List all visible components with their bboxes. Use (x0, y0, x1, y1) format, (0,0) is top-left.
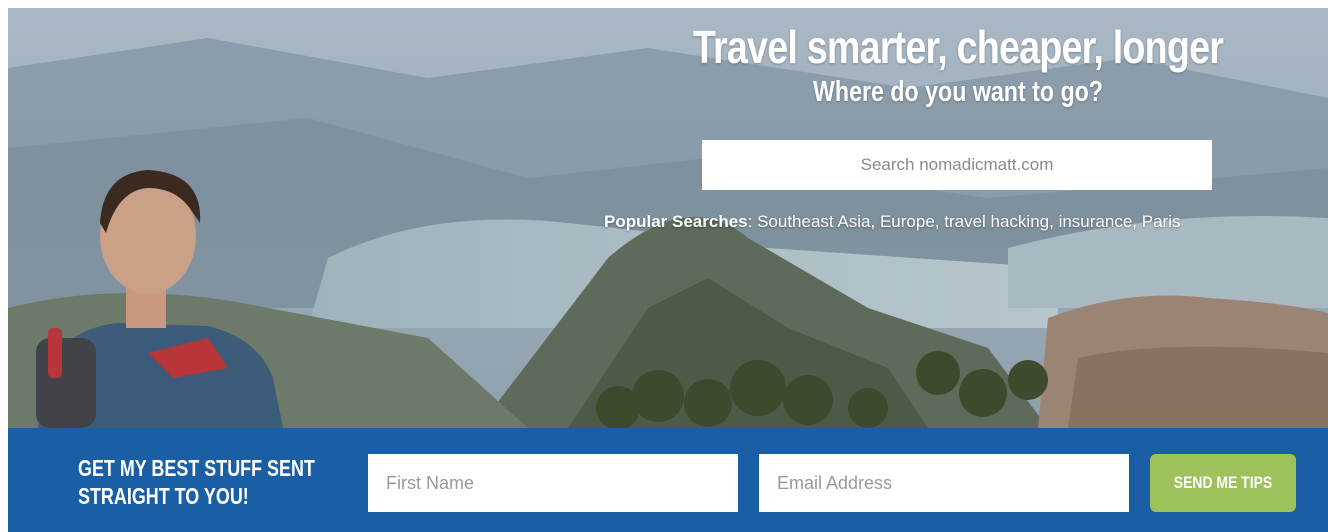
hero-headline-group: Travel smarter, cheaper, longer Where do… (598, 20, 1318, 109)
newsletter-signup-bar: Get my best stuff sent straight to you! … (8, 428, 1328, 532)
popular-search-link[interactable]: Southeast Asia (757, 212, 870, 231)
popular-search-link[interactable]: Paris (1142, 212, 1181, 231)
popular-searches-label: Popular Searches (604, 212, 748, 231)
hero-subtitle: Where do you want to go? (813, 76, 1103, 108)
popular-search-link[interactable]: travel hacking (944, 212, 1049, 231)
first-name-field[interactable] (368, 454, 738, 512)
popular-search-link[interactable]: Europe (880, 212, 935, 231)
search-input[interactable] (702, 140, 1212, 190)
separator: , (1132, 212, 1142, 231)
hero-banner: Travel smarter, cheaper, longer Where do… (8, 8, 1328, 428)
popular-searches-colon: : (747, 212, 758, 231)
send-me-tips-label: Send me tips (1173, 473, 1273, 492)
signup-headline: Get my best stuff sent straight to you! (78, 454, 315, 510)
signup-headline-line2: straight to you! (78, 483, 249, 509)
separator: , (1049, 212, 1059, 231)
send-me-tips-button[interactable]: Send me tips (1150, 454, 1296, 512)
signup-headline-line1: Get my best stuff sent (78, 455, 315, 481)
separator: , (870, 212, 880, 231)
email-field[interactable] (759, 454, 1129, 512)
hero-title: Travel smarter, cheaper, longer (692, 21, 1224, 73)
popular-searches: Popular Searches: Southeast Asia, Europe… (604, 212, 1320, 232)
separator: , (934, 212, 945, 231)
popular-search-link[interactable]: insurance (1059, 212, 1133, 231)
